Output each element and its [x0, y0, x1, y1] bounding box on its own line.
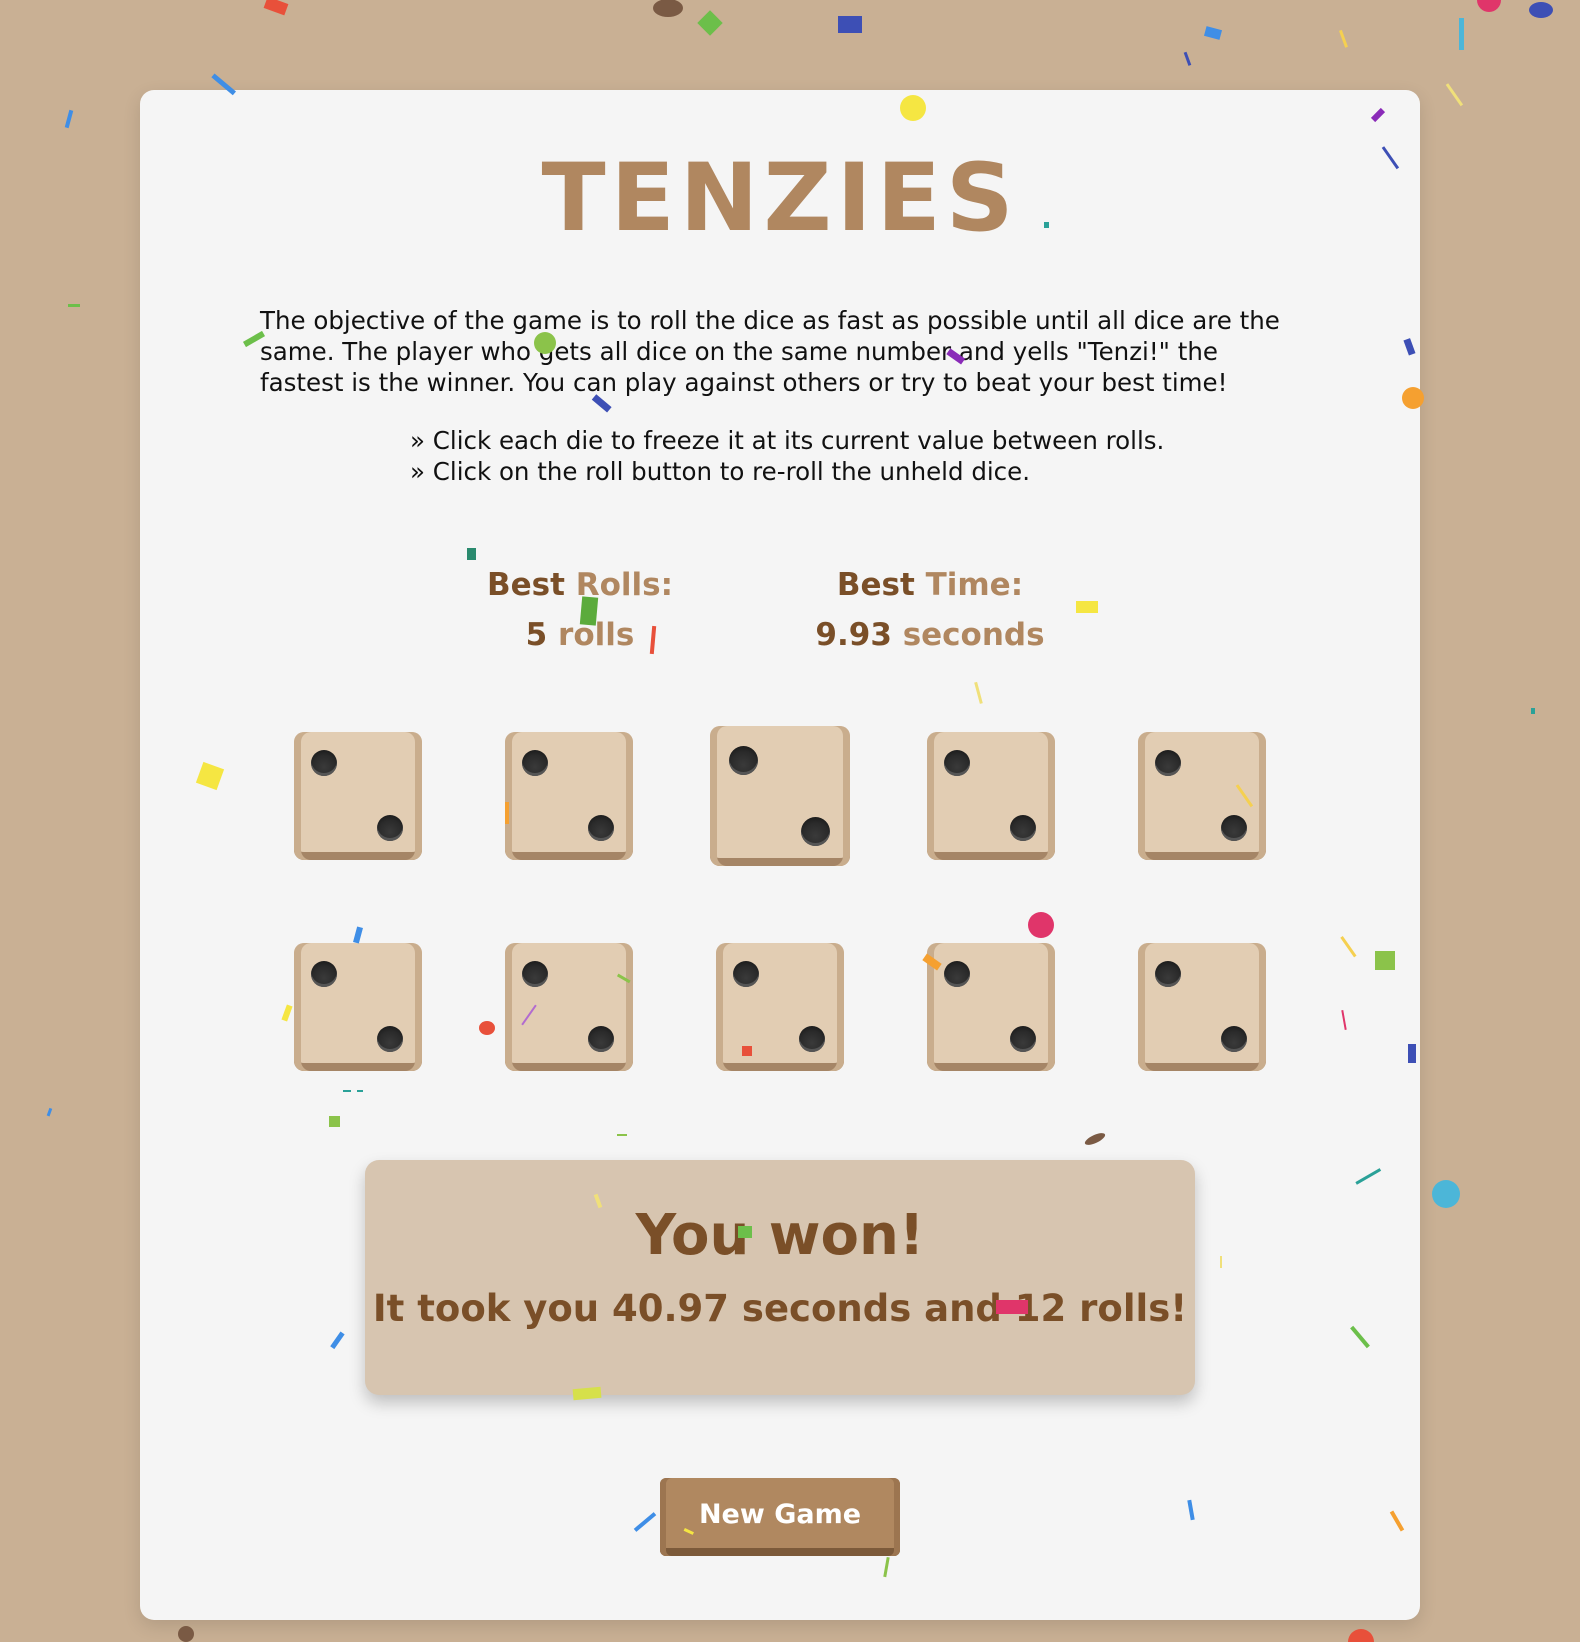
- die-5[interactable]: [1138, 732, 1266, 860]
- rule-item-roll: » Click on the roll button to re-roll th…: [410, 457, 1031, 486]
- win-title: You won!: [635, 1203, 925, 1268]
- pip-icon: [377, 1026, 403, 1052]
- rules-list: » Click each die to freeze it at its cur…: [410, 425, 1210, 487]
- pip-icon: [1010, 815, 1036, 841]
- best-time-value: 9.93: [815, 617, 892, 653]
- confetti-piece: [1477, 0, 1501, 12]
- best-time-stat: Best Time: 9.93 seconds: [780, 560, 1080, 660]
- confetti-piece: [1183, 51, 1192, 66]
- best-time-value-line: 9.93 seconds: [780, 610, 1080, 660]
- confetti-piece: [64, 109, 74, 129]
- best-rolls-label-word1: Best: [486, 567, 565, 603]
- best-rolls-label: Best Rolls:: [455, 560, 705, 610]
- pip-icon: [311, 750, 337, 776]
- page: { "game": { "title": "TENZIES", "intro":…: [0, 0, 1580, 1642]
- win-message-box: You won! It took you 40.97 seconds and 1…: [365, 1160, 1195, 1395]
- confetti-piece: [1531, 708, 1535, 714]
- pip-icon: [733, 961, 759, 987]
- pip-icon: [801, 817, 830, 846]
- confetti-piece: [1459, 18, 1464, 50]
- best-rolls-unit: rolls: [558, 617, 635, 653]
- die-7[interactable]: [505, 943, 633, 1071]
- confetti-piece: [178, 1626, 194, 1642]
- confetti-piece: [838, 16, 862, 33]
- die-10[interactable]: [1138, 943, 1266, 1071]
- confetti-piece: [1445, 83, 1464, 107]
- pip-icon: [944, 750, 970, 776]
- pip-icon: [588, 815, 614, 841]
- best-time-unit: seconds: [902, 617, 1045, 653]
- die-1[interactable]: [294, 732, 422, 860]
- confetti-piece: [697, 10, 723, 36]
- confetti-piece: [46, 1107, 53, 1117]
- pip-icon: [1010, 1026, 1036, 1052]
- confetti-piece: [1203, 26, 1223, 40]
- die-8[interactable]: [716, 943, 844, 1071]
- pip-icon: [1155, 750, 1181, 776]
- pip-icon: [729, 746, 758, 775]
- pip-icon: [1221, 1026, 1247, 1052]
- game-card: TENZIES The objective of the game is to …: [140, 90, 1420, 1620]
- die-9[interactable]: [927, 943, 1055, 1071]
- rule-item-freeze: » Click each die to freeze it at its cur…: [410, 426, 1165, 455]
- pip-icon: [522, 750, 548, 776]
- new-game-button[interactable]: New Game: [660, 1478, 900, 1556]
- best-rolls-value: 5: [525, 617, 548, 653]
- pip-icon: [944, 961, 970, 987]
- confetti-piece: [68, 304, 80, 307]
- best-rolls-value-line: 5 rolls: [455, 610, 705, 660]
- confetti-piece: [1338, 29, 1348, 48]
- win-detail: It took you 40.97 seconds and 12 rolls!: [372, 1287, 1188, 1330]
- best-rolls-stat: Best Rolls: 5 rolls: [455, 560, 705, 660]
- die-3[interactable]: [710, 726, 850, 866]
- die-2[interactable]: [505, 732, 633, 860]
- pip-icon: [311, 961, 337, 987]
- pip-icon: [1221, 815, 1247, 841]
- best-rolls-label-word2: Rolls:: [575, 567, 673, 603]
- confetti-piece: [263, 0, 289, 16]
- confetti-piece: [653, 0, 683, 17]
- die-6[interactable]: [294, 943, 422, 1071]
- pip-icon: [377, 815, 403, 841]
- pip-icon: [1155, 961, 1181, 987]
- confetti-piece: [1529, 2, 1553, 18]
- confetti-piece: [1348, 1629, 1374, 1642]
- best-time-label-word2: Time:: [925, 567, 1024, 603]
- pip-icon: [588, 1026, 614, 1052]
- game-description: The objective of the game is to roll the…: [260, 306, 1280, 397]
- pip-icon: [799, 1026, 825, 1052]
- confetti-piece: [1432, 1180, 1460, 1208]
- best-time-label: Best Time:: [780, 560, 1080, 610]
- best-time-label-word1: Best: [836, 567, 915, 603]
- game-title: TENZIES: [541, 144, 1019, 253]
- die-4[interactable]: [927, 732, 1055, 860]
- pip-icon: [522, 961, 548, 987]
